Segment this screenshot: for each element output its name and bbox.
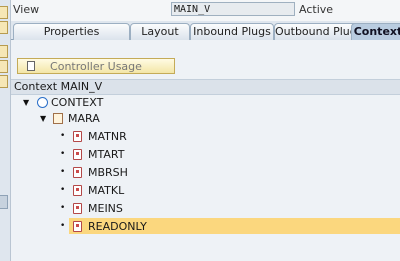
tree-attribute[interactable]: • MATKL [11,183,211,198]
status-label: Active [299,3,334,16]
attribute-label: READONLY [88,220,147,233]
node-icon [53,113,63,124]
toolbar-button[interactable] [0,75,8,88]
tree-node-mara[interactable]: ▼ MARA [11,111,211,126]
attribute-icon [73,167,82,178]
view-name-field[interactable]: MAIN_V [171,2,295,16]
bullet-icon: • [60,185,66,195]
tab-layout[interactable]: Layout [130,23,190,40]
attribute-icon [73,131,82,142]
context-panel-title: Context MAIN_V [14,80,103,93]
tab-outbound-plugs[interactable]: Outbound Plugs [274,23,361,40]
bullet-icon: • [60,149,66,159]
tree-attribute[interactable]: • MTART [11,147,211,162]
tree-root-context[interactable]: ▼ CONTEXT [11,95,211,110]
attribute-icon [73,185,82,196]
bullet-icon: • [60,131,66,141]
toolbar-button[interactable] [0,45,8,58]
attribute-label: MBRSH [88,166,128,179]
bullet-icon: • [60,203,66,213]
context-panel-header: Context MAIN_V [11,79,400,95]
tree-node-label: MARA [68,112,100,125]
tree-attribute[interactable]: • MEINS [11,201,211,216]
tab-inbound-plugs[interactable]: Inbound Plugs [190,23,274,40]
tree-attribute-selected[interactable]: • READONLY [11,218,400,234]
tab-strip: Properties Layout Inbound Plugs Outbound… [11,21,400,40]
context-circle-icon [37,97,48,108]
bullet-icon: • [60,221,66,231]
expand-arrow-icon[interactable]: ▼ [40,111,48,126]
attribute-icon [73,149,82,160]
tree-node-label: CONTEXT [51,96,104,109]
attribute-icon [73,203,82,214]
tree-attribute[interactable]: • MBRSH [11,165,211,180]
expand-arrow-icon[interactable]: ▼ [23,95,31,110]
tab-context[interactable]: Context [351,23,400,40]
view-header: View MAIN_V Active [11,0,400,21]
context-tab-content: Controller Usage Context MAIN_V ▼ CONTEX… [11,40,400,261]
attribute-label: MATKL [88,184,125,197]
attribute-icon [73,221,82,232]
toolbar-button[interactable] [0,60,8,73]
tree-attribute[interactable]: • MATNR [11,129,211,144]
view-label: View [13,3,40,16]
toolbar-button[interactable] [0,21,8,34]
editor-area: View MAIN_V Active Properties Layout Inb… [11,0,400,261]
attribute-label: MEINS [88,202,123,215]
toolbar-button[interactable] [0,6,8,19]
bullet-icon: • [60,167,66,177]
attribute-label: MTART [88,148,125,161]
context-tree: ▼ CONTEXT ▼ MARA • MATNR • MTART • MBRSH… [11,95,400,261]
scroll-handle[interactable] [0,195,8,209]
controller-usage-button[interactable]: Controller Usage [17,58,175,74]
controller-usage-label: Controller Usage [50,60,142,73]
attribute-label: MATNR [88,130,127,143]
left-toolbar [0,0,11,261]
tab-properties[interactable]: Properties [13,23,130,40]
